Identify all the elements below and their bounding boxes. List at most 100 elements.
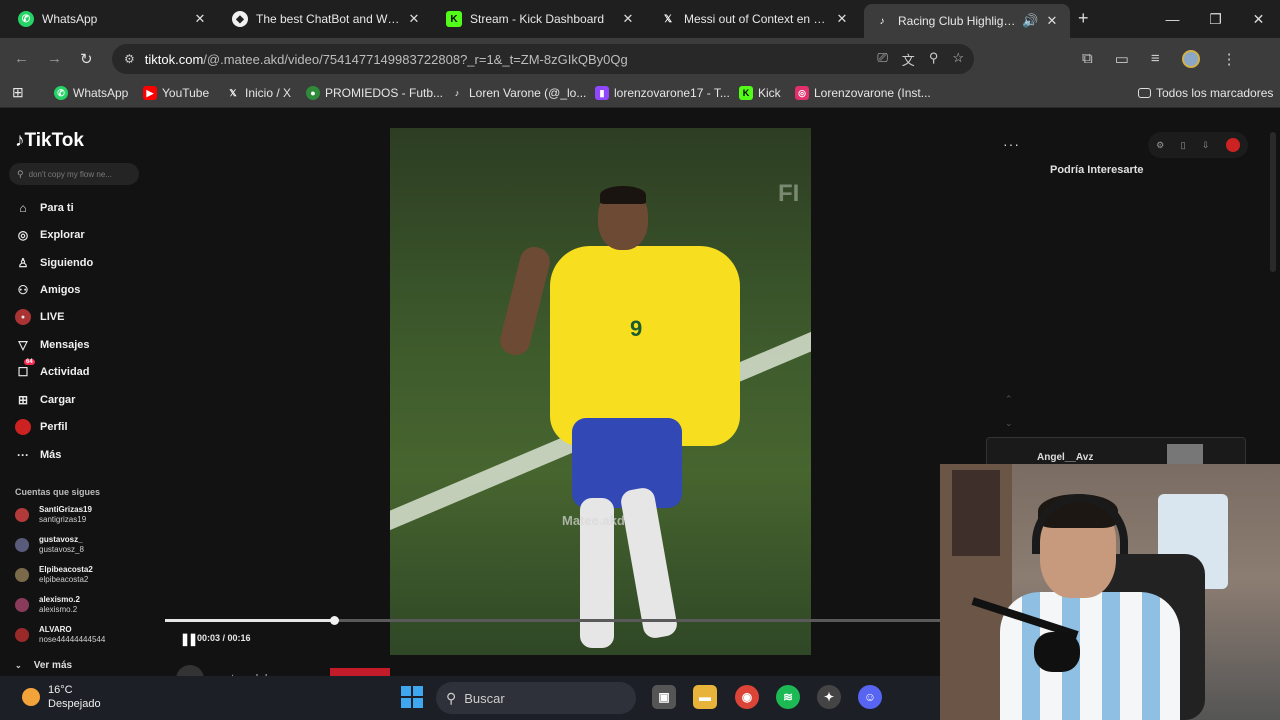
file-explorer-icon[interactable]: ▬ [693,685,717,709]
chevron-up-icon[interactable]: ⌃ [1005,394,1013,405]
bookmark-instagram[interactable]: ◎ Lorenzovarone (Inst... [795,86,931,100]
pause-button[interactable]: ❚❚ [180,632,198,646]
progress-handle[interactable] [329,616,339,625]
bookmark-tiktok[interactable]: ♪ Loren Varone (@_lo... [450,86,587,100]
nav-live[interactable]: ● LIVE [15,309,64,325]
avatar [15,538,29,552]
instagram-icon: ◎ [795,86,809,100]
apps-grid-icon[interactable]: ⊞ [12,84,24,101]
menu-icon[interactable]: ⋮ [1222,50,1237,68]
nav-mensajes[interactable]: ▽ Mensajes [15,337,89,353]
compass-icon: ◎ [17,228,29,242]
search-icon: ⚲ [446,689,457,706]
reload-icon[interactable]: ↻ [80,50,93,68]
close-icon[interactable]: ✕ [406,11,422,27]
profile-avatar[interactable] [1181,50,1200,68]
new-tab-button[interactable]: + [1078,8,1089,29]
nav-amigos[interactable]: ⚇ Amigos [15,282,81,298]
activity-icon: ☐ [17,365,29,379]
chevron-down-icon[interactable]: ⌄ [1005,418,1013,429]
bookmark-promiedos[interactable]: ● PROMIEDOS - Futb... [306,86,443,100]
upload-icon: ⊞ [17,393,29,407]
search-input[interactable]: ⚲ don't copy my flow ne... [9,163,139,185]
botrix-icon: ◆ [232,11,248,27]
live-icon: ● [15,309,31,325]
nav-actividad[interactable]: ☐ 64 Actividad [15,359,90,380]
bookmark-x[interactable]: 𝕏 Inicio / X [226,86,291,100]
avatar [15,568,29,582]
close-icon[interactable]: ✕ [1044,13,1060,29]
media-control-icon[interactable]: ≡ [1151,50,1160,68]
forward-icon[interactable]: → [47,50,62,67]
search-icon: ⚲ [17,168,24,179]
zoom-icon[interactable]: ⚲ [929,50,939,69]
task-view-icon[interactable]: ▣ [652,685,676,709]
nav-mas[interactable]: ··· Más [15,447,61,463]
following-account[interactable]: Elpibeacosta2 elpibeacosta2 [15,565,93,585]
app-icon[interactable]: ✦ [817,685,841,709]
bookmark-star-icon[interactable]: ☆ [952,50,964,69]
tab-x[interactable]: 𝕏 Messi out of Context en X: "I ✕ [650,4,860,34]
bookmark-kick[interactable]: K Kick [739,86,781,100]
more-options-icon[interactable]: ··· [1003,136,1020,152]
maximize-icon[interactable]: ❐ [1194,0,1237,38]
tab-search-icon[interactable]: ▭ [1115,50,1129,68]
promiedos-icon: ● [306,86,320,100]
folder-icon [1138,88,1151,98]
bookmark-whatsapp[interactable]: ✆ WhatsApp [54,86,128,100]
chat-user: Angel__Avz [1037,452,1094,463]
following-account[interactable]: alexismo.2 alexismo.2 [15,595,80,615]
tab-kick[interactable]: K Stream - Kick Dashboard ✕ [436,4,646,34]
minimize-icon[interactable]: — [1151,0,1194,38]
nav-explorar[interactable]: ◎ Explorar [15,227,85,243]
webcam-overlay [940,464,1280,720]
close-icon[interactable]: ✕ [834,11,850,27]
nav-perfil[interactable]: Perfil [15,419,68,435]
url-bar[interactable]: ⚙ tiktok.com/@.matee.akd/video/754147714… [112,44,974,74]
bookmark-twitch[interactable]: ▮ lorenzovarone17 - T... [595,86,730,100]
translate-icon[interactable]: 文 [902,50,915,69]
avatar[interactable] [1225,138,1240,152]
tab-tiktok[interactable]: ♪ Racing Club Highlights: M 🔊 ✕ [864,4,1070,38]
start-button[interactable] [401,686,423,708]
following-account[interactable]: ALVARO nose44444444544 [15,625,105,645]
weather-widget[interactable]: 16°C Despejado [22,683,101,711]
following-account[interactable]: gustavosz_ gustavosz_8 [15,535,84,555]
video-overlay-text: FI [778,180,800,207]
tab-chatbot[interactable]: ◆ The best ChatBot and Widget ✕ [222,4,432,34]
right-panel-actions: ⚙ ▯ ⇩ [1148,132,1248,158]
close-icon[interactable]: ✕ [192,11,208,27]
phone-icon[interactable]: ▯ [1181,140,1186,151]
spotify-icon[interactable]: ≋ [776,685,800,709]
video-time: 00:03 / 00:16 [197,633,251,643]
nav-siguiendo[interactable]: ♙ Siguiendo [15,255,94,271]
download-icon[interactable]: ⇩ [1202,140,1210,151]
nav-para-ti[interactable]: ⌂ Para ti [15,200,73,216]
nav-cargar[interactable]: ⊞ Cargar [15,392,76,408]
tiktok-icon: ♪ [879,15,885,27]
see-more-button[interactable]: ⌄ Ver más [15,660,72,671]
settings-icon[interactable]: ⚙ [1156,140,1164,151]
site-settings-icon[interactable]: ⚙ [124,52,135,66]
video-player[interactable]: FI 9 Matee.akd [390,128,811,655]
wall-poster [952,470,1000,556]
speaker-icon[interactable]: 🔊 [1022,13,1038,29]
scrollbar[interactable] [1270,132,1276,272]
close-icon[interactable]: ✕ [620,11,636,27]
chevron-down-icon: ⌄ [15,661,22,670]
video-progress-bar[interactable] [165,616,940,625]
discord-icon[interactable]: ☺ [858,685,882,709]
follow-button[interactable] [330,668,390,676]
taskbar-search[interactable]: ⚲ Buscar [436,682,636,714]
bookmark-youtube[interactable]: ▶ YouTube [143,86,209,100]
all-bookmarks[interactable]: Todos los marcadores [1138,86,1273,100]
tiktok-logo[interactable]: ♪TikTok [15,130,84,152]
close-window-icon[interactable]: ✕ [1237,0,1280,38]
extensions-icon[interactable]: ⧉ [1082,50,1093,68]
install-app-icon[interactable]: ⎚ [877,50,887,69]
tab-whatsapp[interactable]: ✆ WhatsApp ✕ [8,4,218,34]
following-account[interactable]: SantiGrizas19 santigrizas19 [15,505,92,525]
tab-title: Racing Club Highlights: M [898,14,1020,28]
chrome-icon[interactable]: ◉ [735,685,759,709]
back-icon[interactable]: ← [14,50,29,67]
